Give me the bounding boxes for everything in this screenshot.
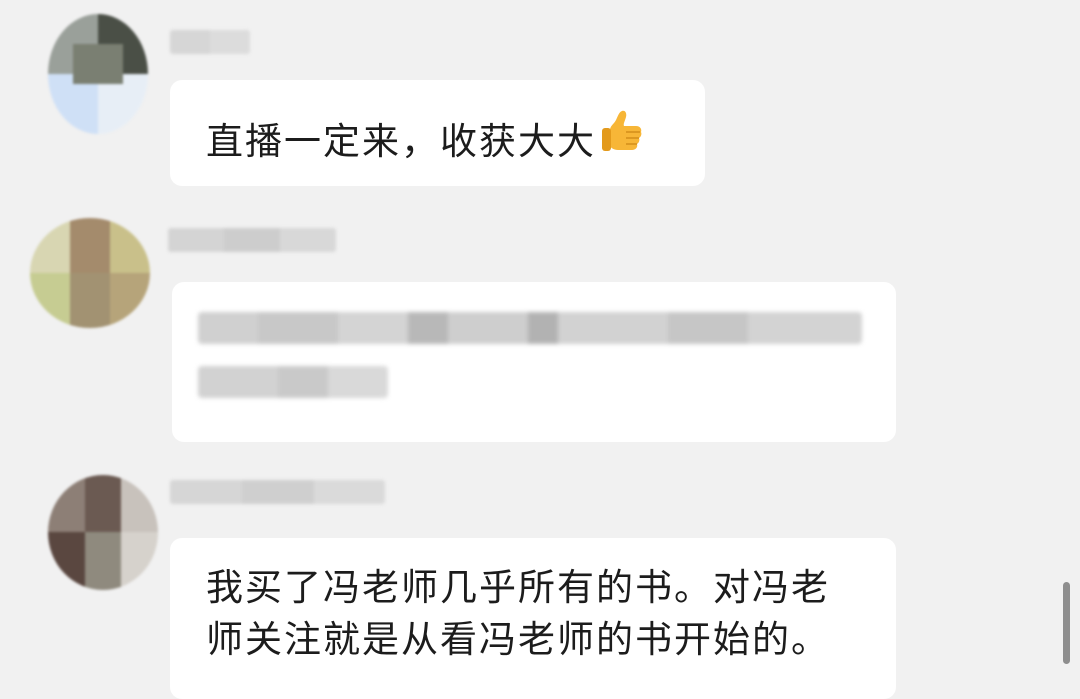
message-bubble[interactable]: 直播一定来，收获大大: [170, 80, 705, 186]
blurred-text-line: [198, 312, 862, 344]
message-bubble[interactable]: 我买了冯老师几乎所有的书。对冯老 师关注就是从看冯老师的书开始的。: [170, 538, 896, 699]
avatar[interactable]: [48, 475, 158, 590]
sender-name: [170, 480, 385, 504]
scrollbar[interactable]: [1063, 582, 1070, 664]
avatar[interactable]: [30, 218, 150, 328]
sender-name: [170, 30, 250, 54]
sender-name: [168, 228, 336, 252]
message-text: 直播一定来，收获大大: [206, 120, 596, 163]
blurred-text-line: [198, 366, 388, 398]
message-bubble[interactable]: [172, 282, 896, 442]
thumbs-up-icon: [596, 106, 648, 172]
message-text: 我买了冯老师几乎所有的书。对冯老 师关注就是从看冯老师的书开始的。: [206, 566, 830, 661]
avatar[interactable]: [48, 14, 148, 134]
